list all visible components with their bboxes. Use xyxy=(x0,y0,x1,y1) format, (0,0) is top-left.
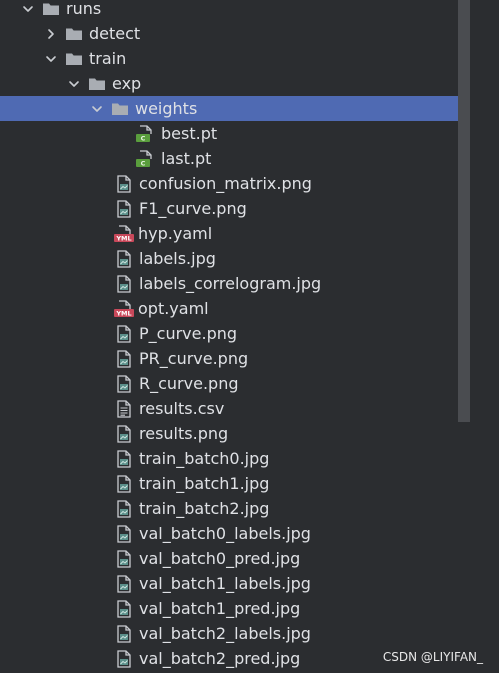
tree-item-hyp-yaml[interactable]: YML hyp.yaml xyxy=(0,221,470,246)
tree-item-weights[interactable]: weights xyxy=(0,96,470,121)
tree-item-label: confusion_matrix.png xyxy=(139,174,312,193)
chevron-down-icon[interactable] xyxy=(20,1,36,17)
image-file-icon xyxy=(115,449,133,468)
tree-item-val-batch1-pred-jpg[interactable]: val_batch1_pred.jpg xyxy=(0,596,470,621)
tree-item-detect[interactable]: detect xyxy=(0,21,470,46)
tree-item-val-batch0-labels-jpg[interactable]: val_batch0_labels.jpg xyxy=(0,521,470,546)
image-file-icon xyxy=(115,199,133,218)
image-file-icon xyxy=(115,174,133,193)
chevron-down-icon[interactable] xyxy=(43,51,59,67)
tree-item-label: val_batch0_labels.jpg xyxy=(139,524,311,543)
tree-item-label: train xyxy=(89,49,127,68)
vertical-scrollbar[interactable] xyxy=(458,0,470,422)
tree-item-label: val_batch2_pred.jpg xyxy=(139,649,301,668)
pytorch-file-icon: C xyxy=(135,124,155,143)
tree-item-labels-jpg[interactable]: labels.jpg xyxy=(0,246,470,271)
text-file-icon xyxy=(115,399,133,418)
tree-item-label: hyp.yaml xyxy=(138,224,213,243)
project-tree: runs detect train exp weights Cbest.pt Clast.p… xyxy=(0,0,499,673)
pytorch-file-icon: C xyxy=(135,149,155,168)
image-file-icon xyxy=(115,624,133,643)
yaml-file-icon: YML xyxy=(113,299,135,318)
tree-item-label: train_batch2.jpg xyxy=(139,499,270,518)
image-file-icon xyxy=(115,649,133,668)
tree-item-label: opt.yaml xyxy=(138,299,209,318)
tree-item-results-png[interactable]: results.png xyxy=(0,421,470,446)
tree-item-label: last.pt xyxy=(161,149,212,168)
svg-text:C: C xyxy=(141,134,146,142)
tree-item-label: results.png xyxy=(139,424,229,443)
tree-item-label: runs xyxy=(66,0,102,18)
folder-icon xyxy=(111,100,129,118)
svg-text:C: C xyxy=(141,159,146,167)
tree-item-p-curve-png[interactable]: P_curve.png xyxy=(0,321,470,346)
tree-item-label: train_batch0.jpg xyxy=(139,449,270,468)
image-file-icon xyxy=(115,424,133,443)
tree-item-label: PR_curve.png xyxy=(139,349,249,368)
folder-icon xyxy=(65,50,83,68)
tree-item-label: F1_curve.png xyxy=(139,199,247,218)
tree-item-label: labels.jpg xyxy=(139,249,216,268)
tree-item-r-curve-png[interactable]: R_curve.png xyxy=(0,371,470,396)
chevron-down-icon[interactable] xyxy=(89,101,105,117)
image-file-icon xyxy=(115,274,133,293)
tree-item-label: train_batch1.jpg xyxy=(139,474,270,493)
tree-item-pr-curve-png[interactable]: PR_curve.png xyxy=(0,346,470,371)
image-file-icon xyxy=(115,349,133,368)
svg-text:YML: YML xyxy=(115,309,131,317)
tree-item-labels-correlogram-jpg[interactable]: labels_correlogram.jpg xyxy=(0,271,470,296)
tree-item-label: labels_correlogram.jpg xyxy=(139,274,322,293)
tree-item-label: val_batch1_pred.jpg xyxy=(139,599,301,618)
image-file-icon xyxy=(115,249,133,268)
svg-text:YML: YML xyxy=(115,234,131,242)
tree-item-last-pt[interactable]: Clast.pt xyxy=(0,146,470,171)
tree-item-confusion-matrix-png[interactable]: confusion_matrix.png xyxy=(0,171,470,196)
image-file-icon xyxy=(115,549,133,568)
tree-item-val-batch0-pred-jpg[interactable]: val_batch0_pred.jpg xyxy=(0,546,470,571)
tree-item-label: val_batch2_labels.jpg xyxy=(139,624,311,643)
tree-item-val-batch2-labels-jpg[interactable]: val_batch2_labels.jpg xyxy=(0,621,470,646)
image-file-icon xyxy=(115,474,133,493)
tree-item-val-batch1-labels-jpg[interactable]: val_batch1_labels.jpg xyxy=(0,571,470,596)
tree-item-label: results.csv xyxy=(139,399,225,418)
tree-item-label: best.pt xyxy=(161,124,218,143)
tree-item-results-csv[interactable]: results.csv xyxy=(0,396,470,421)
tree-item-label: P_curve.png xyxy=(139,324,238,343)
tree-item-label: detect xyxy=(89,24,141,43)
tree-item-train-batch0-jpg[interactable]: train_batch0.jpg xyxy=(0,446,470,471)
image-file-icon xyxy=(115,524,133,543)
image-file-icon xyxy=(115,574,133,593)
tree-item-f1-curve-png[interactable]: F1_curve.png xyxy=(0,196,470,221)
tree-item-label: exp xyxy=(112,74,142,93)
chevron-right-icon[interactable] xyxy=(43,26,59,42)
image-file-icon xyxy=(115,599,133,618)
tree-item-label: weights xyxy=(135,99,198,118)
tree-item-label: R_curve.png xyxy=(139,374,239,393)
yaml-file-icon: YML xyxy=(113,224,135,243)
tree-item-best-pt[interactable]: Cbest.pt xyxy=(0,121,470,146)
folder-icon xyxy=(88,75,106,93)
image-file-icon xyxy=(115,499,133,518)
tree-item-label: val_batch0_pred.jpg xyxy=(139,549,301,568)
chevron-down-icon[interactable] xyxy=(66,76,82,92)
tree-item-runs[interactable]: runs xyxy=(0,0,470,21)
folder-icon xyxy=(42,0,60,18)
tree-item-opt-yaml[interactable]: YML opt.yaml xyxy=(0,296,470,321)
folder-icon xyxy=(65,25,83,43)
tree-item-label: val_batch1_labels.jpg xyxy=(139,574,311,593)
tree-item-train[interactable]: train xyxy=(0,46,470,71)
tree-item-train-batch1-jpg[interactable]: train_batch1.jpg xyxy=(0,471,470,496)
tree-item-train-batch2-jpg[interactable]: train_batch2.jpg xyxy=(0,496,470,521)
image-file-icon xyxy=(115,374,133,393)
image-file-icon xyxy=(115,324,133,343)
tree-item-exp[interactable]: exp xyxy=(0,71,470,96)
watermark: CSDN @LIYIFAN_ xyxy=(382,650,483,664)
